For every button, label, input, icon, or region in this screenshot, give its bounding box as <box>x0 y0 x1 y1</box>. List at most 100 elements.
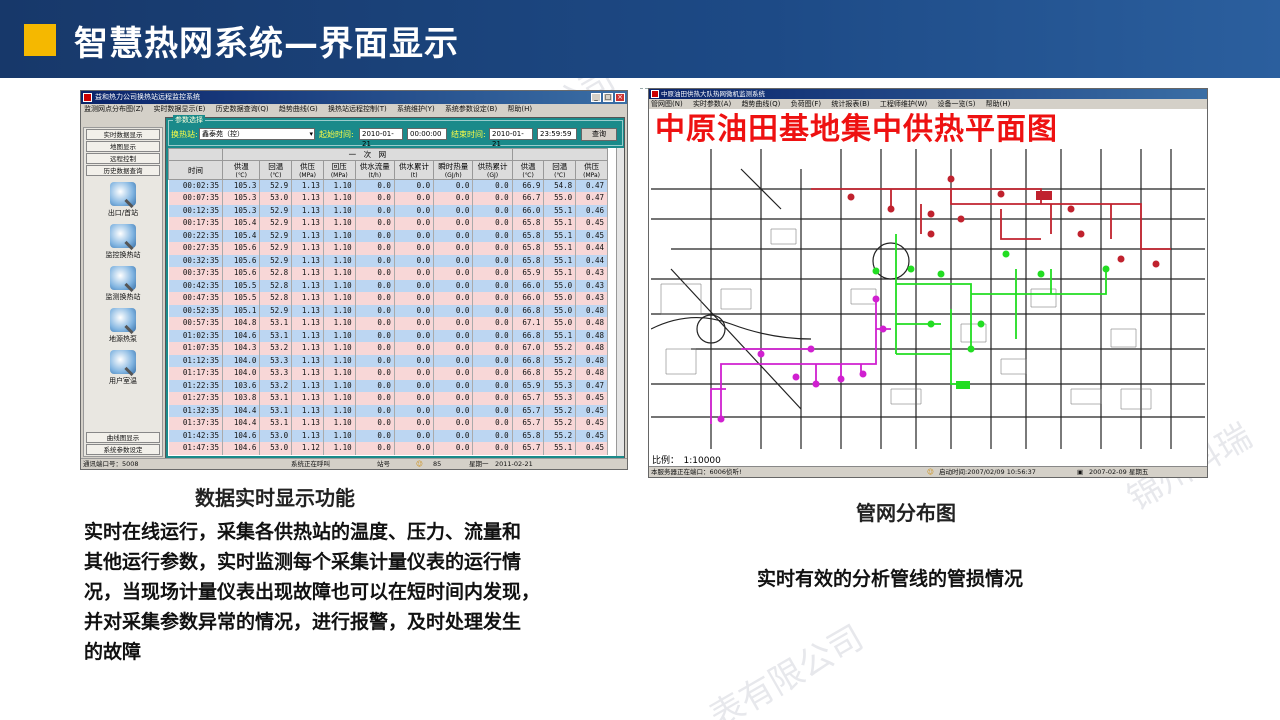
table-row[interactable]: 01:47:35 104.6 53.0 1.12 1.10 0.0 0.0 0.0 0.0 65.… <box>168 442 608 455</box>
menu-item[interactable]: 统计报表(B) <box>831 100 869 108</box>
table-cell: 52.9 <box>259 242 293 255</box>
table-row[interactable]: 00:02:35 105.3 52.9 1.13 1.10 0.0 0.0 0.0 0.0 66.… <box>168 179 608 192</box>
nav-item[interactable]: 用户室温 <box>84 350 162 386</box>
menu-item[interactable]: 趋势曲线(G) <box>279 105 318 113</box>
table-cell: 0.0 <box>472 379 513 392</box>
table-cell: 67.0 <box>512 342 545 355</box>
sidebar-button[interactable]: 历史数据查询 <box>86 165 160 176</box>
menu-item[interactable]: 负荷图(F) <box>791 100 822 108</box>
pipe-network-map[interactable] <box>651 149 1205 449</box>
table-row[interactable]: 01:27:35 103.8 53.1 1.13 1.10 0.0 0.0 0.0 0.0 65.… <box>168 392 608 405</box>
table-cell: 55.1 <box>543 254 577 267</box>
table-row[interactable]: 00:37:35 105.6 52.8 1.13 1.10 0.0 0.0 0.0 0.0 65.… <box>168 267 608 280</box>
menu-item[interactable]: 换热站远程控制(T) <box>328 105 387 113</box>
menu-item[interactable]: 帮助(H) <box>986 100 1011 108</box>
table-row[interactable]: 01:42:35 104.6 53.0 1.13 1.10 0.0 0.0 0.0 0.0 65.… <box>168 429 608 442</box>
sidebar-button[interactable]: 实时数据显示 <box>86 129 160 140</box>
end-time-input[interactable]: 23:59:59 <box>537 128 577 140</box>
menu-item[interactable]: 管网图(N) <box>651 100 683 108</box>
table-cell: 55.1 <box>543 267 577 280</box>
table-row[interactable]: 01:17:35 104.0 53.3 1.13 1.10 0.0 0.0 0.0 0.0 66.… <box>168 367 608 380</box>
table-cell: 0.0 <box>472 367 513 380</box>
table-cell: 00:12:35 <box>168 204 223 217</box>
table-row[interactable]: 01:22:35 103.6 53.2 1.13 1.10 0.0 0.0 0.0 0.0 65.… <box>168 379 608 392</box>
table-row[interactable]: 00:27:35 105.6 52.9 1.13 1.10 0.0 0.0 0.0 0.0 65.… <box>168 242 608 255</box>
table-cell: 53.1 <box>259 404 293 417</box>
vertical-scrollbar[interactable] <box>616 148 624 456</box>
minimize-button[interactable]: _ <box>591 93 601 102</box>
table-cell: 0.0 <box>355 317 395 330</box>
table-cell: 0.0 <box>355 417 395 430</box>
table-row[interactable]: 01:02:35 104.6 53.1 1.13 1.10 0.0 0.0 0.0 0.0 66.… <box>168 329 608 342</box>
table-row[interactable]: 01:12:35 104.0 53.3 1.13 1.10 0.0 0.0 0.0 0.0 66.… <box>168 354 608 367</box>
app-icon <box>83 93 92 102</box>
menu-item[interactable]: 设备一览(S) <box>938 100 976 108</box>
close-button[interactable]: × <box>615 93 625 102</box>
nav-item[interactable]: 出口/首站 <box>84 182 162 218</box>
column-header: 供压 (MPa) <box>291 160 324 180</box>
menu-item[interactable]: 历史数据查询(Q) <box>216 105 269 113</box>
table-cell: 00:42:35 <box>168 279 223 292</box>
table-cell: 52.9 <box>259 304 293 317</box>
table-cell: 01:22:35 <box>168 379 223 392</box>
table-row[interactable]: 00:07:35 105.3 53.0 1.13 1.10 0.0 0.0 0.0 0.0 66.… <box>168 192 608 205</box>
end-label: 结束时间: <box>451 130 486 139</box>
start-time-input[interactable]: 00:00:00 <box>407 128 447 140</box>
table-cell: 0.0 <box>355 254 395 267</box>
start-label: 起始时间: <box>319 130 354 139</box>
table-cell: 0.0 <box>472 204 513 217</box>
table-cell: 104.3 <box>222 342 261 355</box>
menu-item[interactable]: 监测网点分布图(Z) <box>84 105 143 113</box>
menu-item[interactable]: 帮助(H) <box>507 105 532 113</box>
column-header: 供水累计 (t) <box>393 160 435 180</box>
table-cell: 0.0 <box>355 329 395 342</box>
table-cell: 53.2 <box>259 379 293 392</box>
table-cell: 1.10 <box>323 242 356 255</box>
table-row[interactable]: 00:22:35 105.4 52.9 1.13 1.10 0.0 0.0 0.0 0.0 65.… <box>168 229 608 242</box>
table-cell: 1.10 <box>323 292 356 305</box>
menu-item[interactable]: 系统维护(Y) <box>397 105 435 113</box>
table-row[interactable]: 00:12:35 105.3 52.9 1.13 1.10 0.0 0.0 0.0 0.0 66.… <box>168 204 608 217</box>
end-date-input[interactable]: 2010-01-21 <box>489 128 533 148</box>
table-cell: 0.45 <box>575 229 608 242</box>
sidebar-button[interactable]: 系统参数设定 <box>86 444 160 455</box>
sidebar-button[interactable]: 地图显示 <box>86 141 160 152</box>
table-cell: 1.10 <box>323 417 356 430</box>
station-select[interactable]: 鑫泰苑（控） ▾ <box>199 128 315 140</box>
menu-item[interactable]: 实时数据显示(E) <box>154 105 206 113</box>
table-cell: 55.1 <box>543 329 577 342</box>
table-cell: 00:02:35 <box>168 179 223 192</box>
sidebar-button[interactable]: 远程控制 <box>86 153 160 164</box>
table-cell: 0.0 <box>394 342 435 355</box>
table-cell: 66.0 <box>512 279 545 292</box>
right-caption: 管网分布图 <box>856 501 956 525</box>
table-cell: 0.48 <box>575 317 608 330</box>
table-cell: 1.10 <box>323 254 356 267</box>
table-row[interactable]: 01:32:35 104.4 53.1 1.13 1.10 0.0 0.0 0.0 0.0 65.… <box>168 404 608 417</box>
menu-item[interactable]: 趋势曲线(Q) <box>741 100 780 108</box>
query-button[interactable]: 查询 <box>581 128 617 141</box>
nav-item[interactable]: 监控换热站 <box>84 224 162 260</box>
table-cell: 0.0 <box>433 404 474 417</box>
table-row[interactable]: 00:32:35 105.6 52.9 1.13 1.10 0.0 0.0 0.0 0.0 65.… <box>168 254 608 267</box>
maximize-button[interactable]: □ <box>603 93 613 102</box>
table-row[interactable]: 01:37:35 104.4 53.1 1.13 1.10 0.0 0.0 0.0 0.0 65.… <box>168 417 608 430</box>
table-row[interactable]: 00:42:35 105.5 52.8 1.13 1.10 0.0 0.0 0.0 0.0 66.… <box>168 279 608 292</box>
menu-item[interactable]: 系统参数设定(B) <box>445 105 497 113</box>
table-cell: 65.7 <box>512 442 545 455</box>
sidebar-button[interactable]: 曲线图显示 <box>86 432 160 443</box>
table-cell: 52.9 <box>259 254 293 267</box>
menu-item[interactable]: 工程师维护(W) <box>880 100 927 108</box>
table-cell: 0.48 <box>575 329 608 342</box>
table-row[interactable]: 00:47:35 105.5 52.8 1.13 1.10 0.0 0.0 0.0 0.0 66.… <box>168 292 608 305</box>
table-row[interactable]: 01:07:35 104.3 53.2 1.13 1.10 0.0 0.0 0.0 0.0 67.… <box>168 342 608 355</box>
table-row[interactable]: 00:57:35 104.8 53.1 1.13 1.10 0.0 0.0 0.0 0.0 67.… <box>168 317 608 330</box>
table-row[interactable]: 00:17:35 105.4 52.9 1.13 1.10 0.0 0.0 0.0 0.0 65.… <box>168 217 608 230</box>
table-cell: 1.10 <box>323 179 356 192</box>
table-cell: 1.12 <box>291 442 324 455</box>
table-row[interactable]: 00:52:35 105.1 52.9 1.13 1.10 0.0 0.0 0.0 0.0 66.… <box>168 304 608 317</box>
start-date-input[interactable]: 2010-01-21 <box>359 128 403 148</box>
nav-item[interactable]: 地源热泵 <box>84 308 162 344</box>
nav-item[interactable]: 监测换热站 <box>84 266 162 302</box>
menu-item[interactable]: 实时参数(A) <box>693 100 731 108</box>
